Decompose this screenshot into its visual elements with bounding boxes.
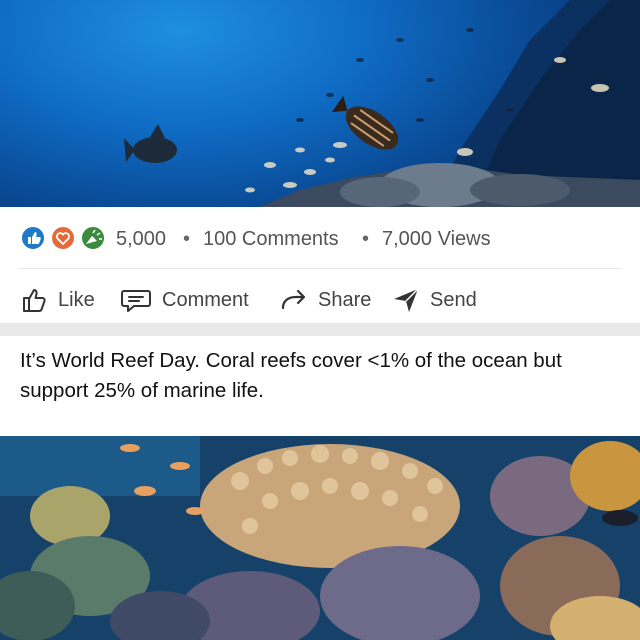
post-caption: It’s World Reef Day. Coral reefs cover <… [20,349,562,402]
post-image-bottom[interactable] [0,436,640,640]
comment-label: Comment [162,288,249,311]
thumbs-up-icon [20,225,46,251]
divider [20,268,620,269]
separator-dot: • [183,228,191,250]
views-count[interactable]: 7,000 Views [382,228,491,251]
share-label: Share [318,288,372,311]
comments-count[interactable]: 100 Comments [203,228,339,251]
comment-button[interactable]: Comment [120,284,249,316]
send-icon [394,288,419,312]
send-label: Send [430,288,477,311]
reaction-icons[interactable] [20,224,112,257]
thumbs-up-outline-icon [23,289,46,312]
like-label: Like [58,288,95,311]
share-button[interactable]: Share [280,284,371,316]
coral-reef-photo [0,436,640,640]
like-button[interactable]: Like [20,284,95,316]
underwater-reef-photo [124,0,640,207]
heart-icon [50,225,76,251]
celebrate-icon [80,225,106,251]
reaction-count[interactable]: 5,000 [116,228,166,251]
send-button[interactable]: Send [392,284,477,316]
section-separator [0,323,640,336]
comment-icon [121,290,151,312]
separator-dot: • [362,228,370,250]
post-image-top[interactable] [0,0,640,207]
share-arrow-icon [281,289,306,310]
